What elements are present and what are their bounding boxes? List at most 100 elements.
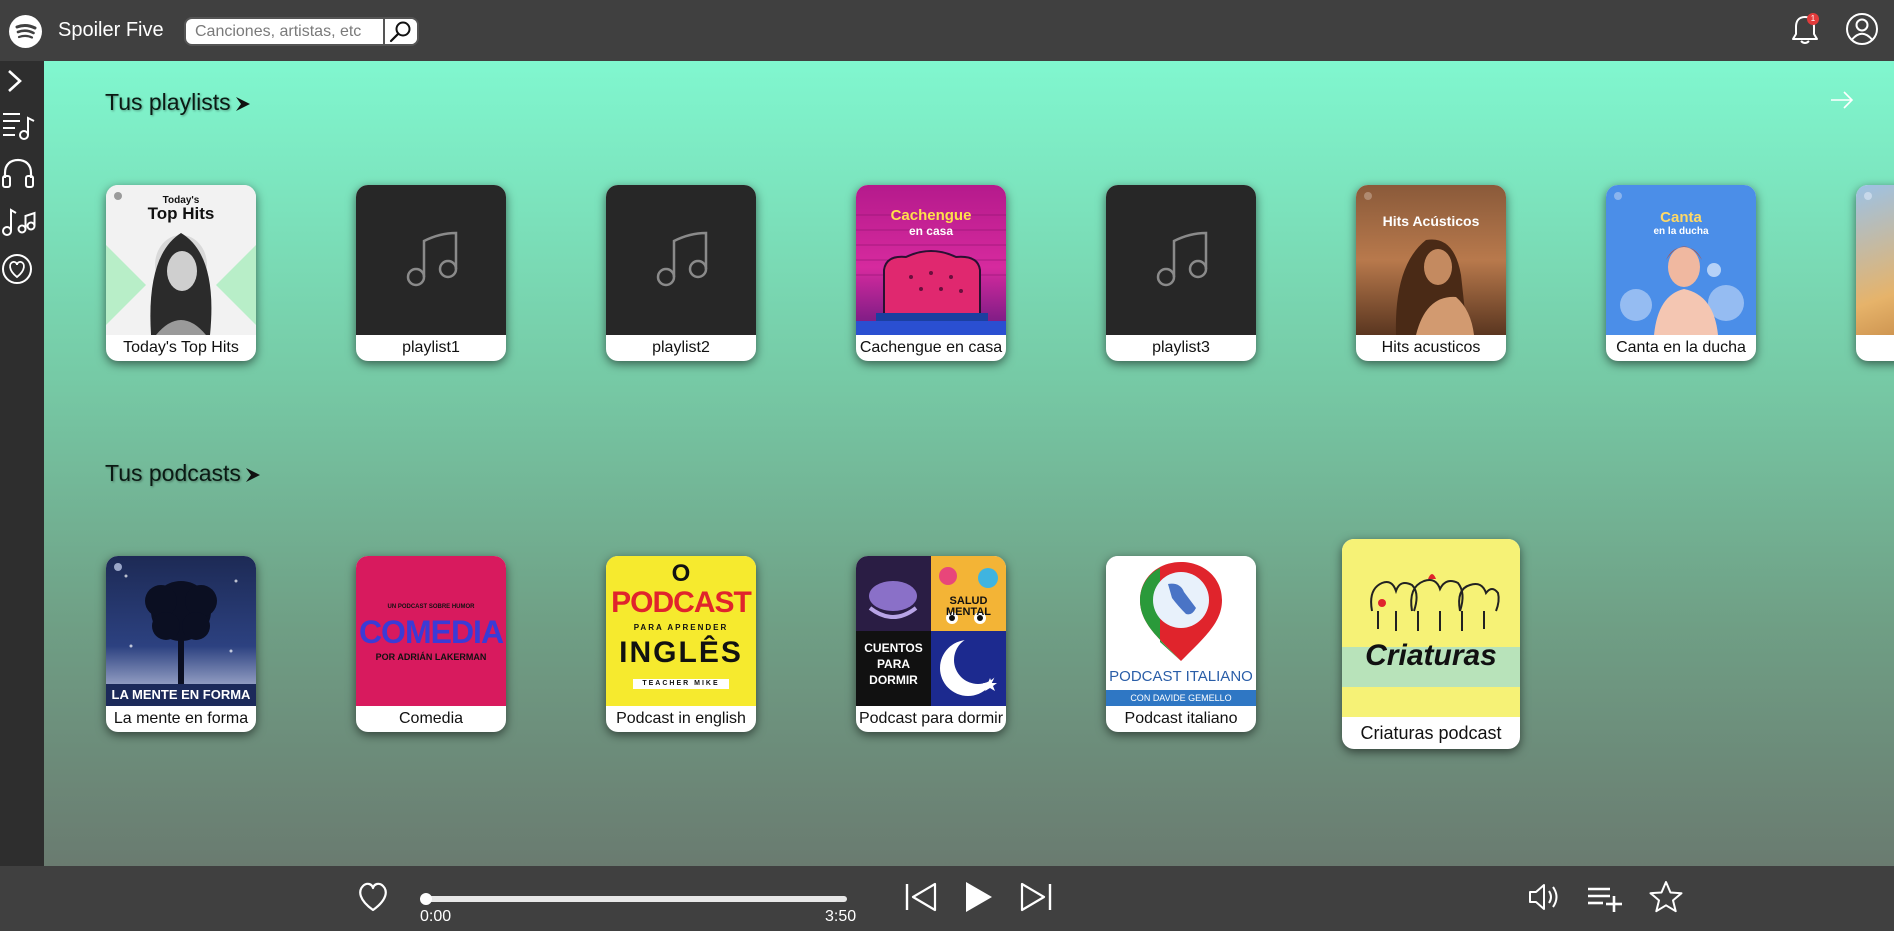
heart-icon[interactable] (355, 880, 391, 914)
music-note-icon (656, 231, 708, 287)
playlist-cover: Today's Top Hits (106, 185, 256, 335)
cover-text: COMEDIA (358, 614, 504, 650)
playlist-cover (606, 185, 756, 335)
playlist-cover (1856, 185, 1894, 335)
cover-text: PARA APRENDER (633, 623, 729, 632)
cover-text: Criaturas (1365, 639, 1497, 672)
current-time: 0:00 (420, 908, 452, 925)
skip-next-icon[interactable] (1018, 880, 1054, 914)
search-box (184, 17, 419, 46)
play-icon[interactable] (960, 878, 996, 916)
podcast-cover: PODCAST ITALIANO CON DAVIDE GEMELLO (1106, 556, 1256, 706)
playlist-label: Hits acusticos (1381, 339, 1481, 356)
playlist-cover (1106, 185, 1256, 335)
cover-text: UN PODCAST SOBRE HUMOR (387, 604, 475, 610)
cover-text: en la ducha (1653, 226, 1709, 237)
cover-text: INGLÊS (619, 636, 743, 669)
podcast-cover: LA MENTE EN FORMA (106, 556, 256, 706)
podcast-cover: O PODCAST PARA APRENDER INGLÊS TEACHER M… (606, 556, 756, 706)
podcast-label: Podcast para dormir (858, 710, 1004, 727)
playlist-card[interactable]: playlist2 (606, 185, 756, 361)
total-time: 3:50 (825, 908, 857, 925)
playlists-title-text: Tus playlists (105, 89, 231, 115)
playlist-add-icon[interactable] (1585, 880, 1625, 914)
cover-text: PODCAST (611, 586, 752, 619)
podcast-label: Criaturas podcast (1360, 723, 1502, 743)
podcast-label: La mente en forma (113, 710, 249, 727)
skip-previous-icon[interactable] (903, 880, 939, 914)
playlist-cover: Cachengue en casa (856, 185, 1006, 335)
podcast-card[interactable]: LA MENTE EN FORMA La mente en forma (106, 556, 256, 732)
queue-music-icon[interactable] (0, 106, 40, 146)
podcast-card[interactable]: PODCAST ITALIANO CON DAVIDE GEMELLO Podc… (1106, 556, 1256, 732)
podcast-label: Podcast italiano (1124, 710, 1238, 727)
cover-text: Canta (1660, 209, 1702, 226)
playlist-label: playlist2 (652, 339, 710, 356)
podcast-cover: SALUD MENTAL CUENTOS PARA DORMIR (856, 556, 1006, 706)
playlist-card[interactable]: playlist1 (356, 185, 506, 361)
cover-text: Hits Acústicos (1382, 213, 1480, 229)
cover-text: CUENTOS PARA DORMIR (864, 641, 923, 687)
cover-text: PODCAST ITALIANO (1109, 668, 1253, 685)
music-notes-icon[interactable] (0, 202, 40, 242)
cover-text: en casa (908, 224, 954, 238)
podcast-card[interactable]: Criaturas Criaturas podcast (1342, 539, 1520, 749)
podcast-label: Comedia (398, 710, 464, 727)
podcast-card[interactable]: UN PODCAST SOBRE HUMOR COMEDIA POR ADRIÁ… (356, 556, 506, 732)
playlist-label: playlist3 (1152, 339, 1210, 356)
cover-text: SALUD MENTAL (945, 595, 991, 618)
main-content: Tus playlists Today's Top Hits Today's T… (44, 61, 1894, 866)
chevron-right-icon[interactable] (0, 61, 40, 101)
heart-circle-icon[interactable] (0, 249, 40, 289)
chevron-right-icon (245, 467, 260, 482)
playlist-card[interactable]: Cachengue en casa Cachengue en casa (856, 185, 1006, 361)
search-input[interactable] (186, 19, 384, 44)
cover-text: CON DAVIDE GEMELLO (1106, 690, 1256, 706)
playlist-cover (356, 185, 506, 335)
cover-text: TEACHER MIKE (633, 679, 729, 689)
playlist-card[interactable]: Hits Acústicos Hits acusticos (1356, 185, 1506, 361)
player-bar: 0:00 3:50 (0, 866, 1894, 931)
podcasts-title-text: Tus podcasts (105, 460, 241, 486)
playlist-label: Canta en la ducha (1616, 339, 1746, 356)
progress-bar[interactable] (425, 896, 847, 902)
search-icon (389, 21, 411, 43)
playlist-card[interactable]: Today's Top Hits Today's Top Hits (106, 185, 256, 361)
search-button[interactable] (383, 19, 417, 44)
sidebar (0, 61, 44, 866)
playlist-label (1856, 335, 1894, 361)
cover-text: O (671, 560, 691, 587)
top-bar: Spoiler Five 1 (0, 0, 1894, 61)
arrow-right-icon[interactable] (1828, 88, 1856, 112)
playlist-label: Cachengue en casa (859, 339, 1003, 356)
user-account-icon[interactable] (1844, 11, 1880, 47)
progress-handle[interactable] (420, 893, 432, 905)
playlist-label: playlist1 (402, 339, 460, 356)
podcast-cover: UN PODCAST SOBRE HUMOR COMEDIA POR ADRIÁ… (356, 556, 506, 706)
headphones-icon[interactable] (0, 154, 40, 194)
cover-text: Cachengue (890, 207, 972, 224)
playlist-card[interactable]: Canta en la ducha Canta en la ducha (1606, 185, 1756, 361)
cover-text: POR ADRIÁN LAKERMAN (375, 652, 487, 662)
volume-icon[interactable] (1526, 880, 1564, 914)
podcast-cover: Criaturas (1342, 539, 1520, 717)
playlists-section-title[interactable]: Tus playlists (105, 89, 253, 116)
cover-text: LA MENTE EN FORMA (111, 687, 251, 702)
playlist-label: Today's Top Hits (123, 339, 239, 356)
podcast-card[interactable]: SALUD MENTAL CUENTOS PARA DORMIR Podcast… (856, 556, 1006, 732)
music-note-icon (1156, 231, 1208, 287)
chevron-right-icon (235, 96, 250, 111)
playlist-cover: Canta en la ducha (1606, 185, 1756, 335)
app-title: Spoiler Five (58, 19, 164, 41)
podcast-card[interactable]: O PODCAST PARA APRENDER INGLÊS TEACHER M… (606, 556, 756, 732)
music-note-icon (406, 231, 458, 287)
cover-text: Top Hits (147, 204, 215, 223)
notification-badge: 1 (1807, 13, 1819, 25)
podcast-label: Podcast in english (616, 710, 746, 727)
spotify-logo-icon[interactable] (9, 15, 42, 48)
star-icon[interactable] (1648, 879, 1684, 915)
podcasts-section-title[interactable]: Tus podcasts (105, 460, 263, 487)
playlist-card[interactable] (1856, 185, 1894, 361)
playlist-cover: Hits Acústicos (1356, 185, 1506, 335)
playlist-card[interactable]: playlist3 (1106, 185, 1256, 361)
